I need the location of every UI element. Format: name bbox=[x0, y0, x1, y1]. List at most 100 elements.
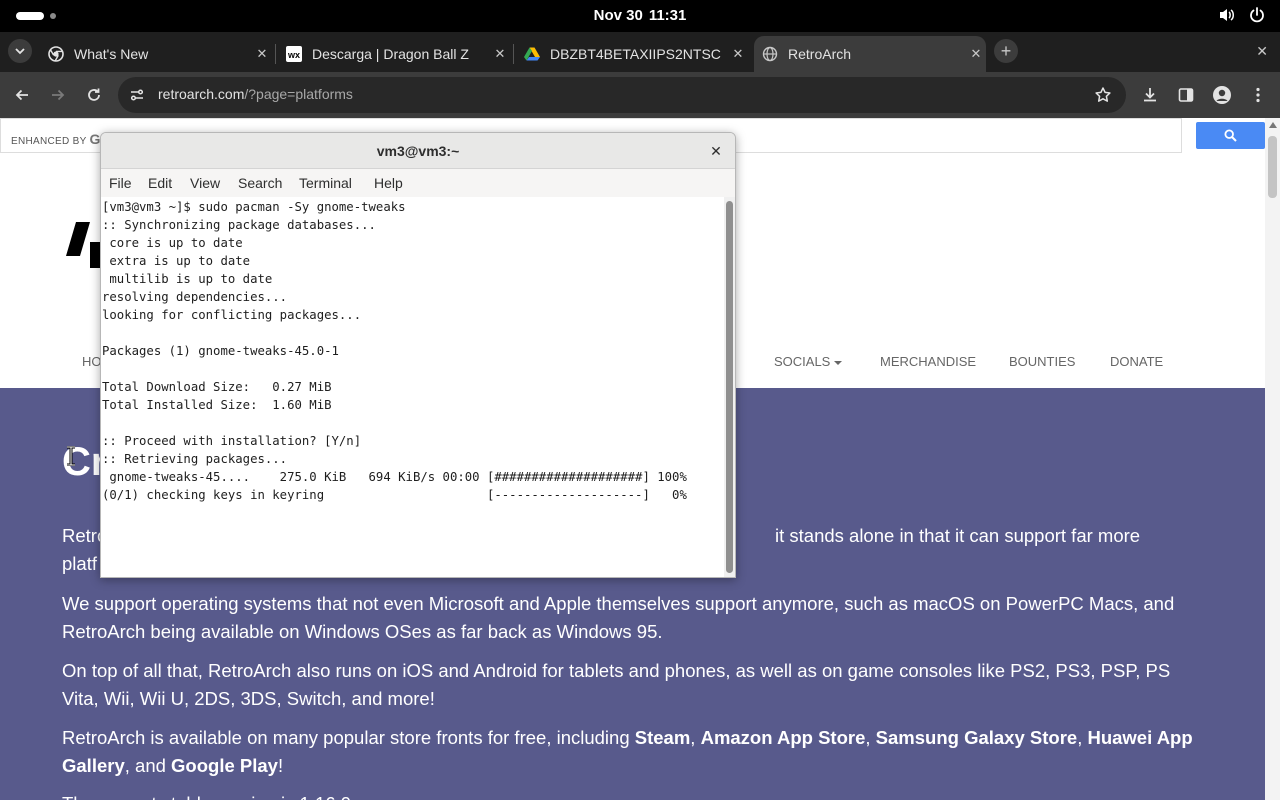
window-close-icon[interactable]: ✕ bbox=[1256, 43, 1268, 60]
url-path: /?page=platforms bbox=[244, 86, 353, 102]
reload-button[interactable] bbox=[80, 81, 108, 109]
terminal-scrollbar[interactable] bbox=[724, 197, 735, 577]
address-bar[interactable]: retroarch.com/?page=platforms bbox=[118, 77, 1126, 113]
tab-drive-file[interactable]: DBZBT4BETAXIIPS2NTSC ✕ bbox=[516, 36, 748, 72]
close-icon[interactable]: ✕ bbox=[252, 44, 272, 64]
terminal-line: Total Installed Size: 1.60 MiB bbox=[102, 398, 332, 412]
tab-title: RetroArch bbox=[788, 46, 852, 62]
terminal-scroll-thumb[interactable] bbox=[726, 201, 733, 573]
tab-whats-new[interactable]: What's New ✕ bbox=[40, 36, 272, 72]
new-tab-button[interactable]: + bbox=[994, 39, 1018, 63]
svg-text:wx: wx bbox=[287, 50, 300, 60]
nav-merchandise[interactable]: MERCHANDISE bbox=[880, 354, 976, 369]
paragraph-consoles: On top of all that, RetroArch also runs … bbox=[62, 660, 1171, 709]
browser-toolbar: retroarch.com/?page=platforms bbox=[0, 72, 1280, 118]
chrome-icon bbox=[48, 46, 64, 62]
volume-icon[interactable] bbox=[1218, 6, 1236, 24]
menu-search[interactable]: Search bbox=[238, 175, 282, 191]
terminal-line: gnome-tweaks-45.... 275.0 KiB 694 KiB/s … bbox=[102, 470, 687, 484]
tab-retroarch[interactable]: RetroArch ✕ bbox=[754, 36, 986, 72]
tab-descarga[interactable]: wx Descarga | Dragon Ball Z ✕ bbox=[278, 36, 510, 72]
clock-time: 11:31 bbox=[648, 7, 687, 24]
nav-donate[interactable]: DONATE bbox=[1110, 354, 1163, 369]
downloads-button[interactable] bbox=[1136, 81, 1164, 109]
more-vertical-icon bbox=[1256, 87, 1260, 103]
terminal-line: core is up to date bbox=[102, 236, 243, 250]
site-settings-icon[interactable] bbox=[128, 86, 146, 109]
tab-separator bbox=[513, 44, 514, 64]
nav-home[interactable]: HO bbox=[82, 354, 102, 369]
text-cursor-icon bbox=[66, 445, 76, 471]
stores-end: ! bbox=[277, 755, 284, 776]
clock[interactable]: Nov 30 11:31 bbox=[0, 7, 1280, 24]
url-host: retroarch.com bbox=[158, 86, 245, 102]
page-scroll-thumb[interactable] bbox=[1268, 136, 1277, 198]
clock-date: Nov 30 bbox=[593, 7, 643, 24]
close-icon[interactable]: ✕ bbox=[728, 44, 748, 64]
chevron-down-icon bbox=[15, 48, 25, 55]
stores-intro: RetroArch is available on many popular s… bbox=[62, 727, 635, 748]
close-icon[interactable]: ✕ bbox=[490, 44, 510, 64]
tab-title: DBZBT4BETAXIIPS2NTSC bbox=[550, 46, 721, 62]
terminal-line: extra is up to date bbox=[102, 254, 251, 268]
terminal-line: multilib is up to date bbox=[102, 272, 273, 286]
paragraph-stores: RetroArch is available on many popular s… bbox=[62, 727, 1193, 776]
link-steam[interactable]: Steam bbox=[635, 727, 691, 748]
terminal-line: resolving dependencies... bbox=[102, 290, 288, 304]
globe-icon bbox=[762, 46, 778, 62]
close-icon[interactable]: ✕ bbox=[966, 44, 986, 64]
search-icon bbox=[1224, 129, 1237, 142]
paragraph-intro-line2: platf bbox=[62, 553, 97, 574]
bookmark-star-icon[interactable] bbox=[1094, 86, 1112, 109]
enhanced-by-google-label: ENHANCED BY Go bbox=[11, 131, 110, 147]
nav-bounties[interactable]: BOUNTIES bbox=[1009, 354, 1075, 369]
url-text[interactable]: retroarch.com/?page=platforms bbox=[158, 86, 353, 102]
paragraph-intro-end: it stands alone in that it can support f… bbox=[775, 525, 1141, 546]
terminal-line: Packages (1) gnome-tweaks-45.0-1 bbox=[102, 344, 339, 358]
menu-terminal[interactable]: Terminal bbox=[299, 175, 352, 191]
paragraph-os-support: We support operating systems that not ev… bbox=[62, 593, 1175, 642]
terminal-title: vm3@vm3:~ bbox=[376, 143, 460, 159]
power-icon[interactable] bbox=[1248, 6, 1266, 24]
link-samsung-galaxy-store[interactable]: Samsung Galaxy Store bbox=[876, 727, 1078, 748]
terminal-output[interactable]: [vm3@vm3 ~]$ sudo pacman -Sy gnome-tweak… bbox=[101, 197, 723, 577]
retroarch-logo[interactable] bbox=[66, 222, 100, 268]
system-top-bar: Nov 30 11:31 bbox=[0, 0, 1280, 32]
plus-icon: + bbox=[1000, 40, 1012, 61]
system-tray[interactable] bbox=[1218, 6, 1266, 24]
close-icon[interactable]: ✕ bbox=[707, 142, 725, 160]
tab-separator bbox=[275, 44, 276, 64]
arrow-left-icon bbox=[15, 89, 28, 101]
tab-title: Descarga | Dragon Ball Z bbox=[312, 46, 469, 62]
nav-socials-label: SOCIALS bbox=[774, 354, 831, 369]
terminal-line: :: Proceed with installation? [Y/n] bbox=[102, 434, 362, 448]
menu-view[interactable]: View bbox=[190, 175, 220, 191]
side-panel-button[interactable] bbox=[1172, 81, 1200, 109]
tab-strip: What's New ✕ wx Descarga | Dragon Ball Z… bbox=[0, 32, 1280, 72]
terminal-line: [vm3@vm3 ~]$ sudo pacman -Sy gnome-tweak… bbox=[102, 200, 406, 214]
wix-icon: wx bbox=[286, 46, 302, 62]
terminal-titlebar[interactable]: vm3@vm3:~ ✕ bbox=[101, 133, 735, 169]
profile-button[interactable] bbox=[1208, 81, 1236, 109]
stores-and: , and bbox=[124, 755, 172, 776]
caret-down-icon bbox=[834, 360, 843, 365]
scroll-up-arrow-icon[interactable] bbox=[1269, 122, 1277, 128]
tab-search-button[interactable] bbox=[8, 39, 32, 63]
menu-edit[interactable]: Edit bbox=[148, 175, 172, 191]
paragraph-version: The current stable version is 1.16.0 bbox=[62, 790, 1212, 800]
forward-button[interactable] bbox=[44, 81, 72, 109]
page-scrollbar[interactable] bbox=[1265, 118, 1280, 800]
chrome-menu-button[interactable] bbox=[1244, 81, 1272, 109]
menu-file[interactable]: File bbox=[109, 175, 132, 191]
google-drive-icon bbox=[524, 46, 540, 62]
terminal-window[interactable]: vm3@vm3:~ ✕ File Edit View Search Termin… bbox=[100, 132, 736, 578]
back-button[interactable] bbox=[8, 81, 36, 109]
nav-socials[interactable]: SOCIALS bbox=[774, 354, 843, 369]
link-amazon-app-store[interactable]: Amazon App Store bbox=[701, 727, 866, 748]
terminal-line: (0/1) checking keys in keyring [--------… bbox=[102, 488, 687, 502]
menu-help[interactable]: Help bbox=[374, 175, 403, 191]
site-search-button[interactable] bbox=[1196, 122, 1265, 149]
arrow-right-icon bbox=[52, 89, 65, 101]
terminal-line: :: Synchronizing package databases... bbox=[102, 218, 376, 232]
link-google-play[interactable]: Google Play bbox=[171, 755, 278, 776]
